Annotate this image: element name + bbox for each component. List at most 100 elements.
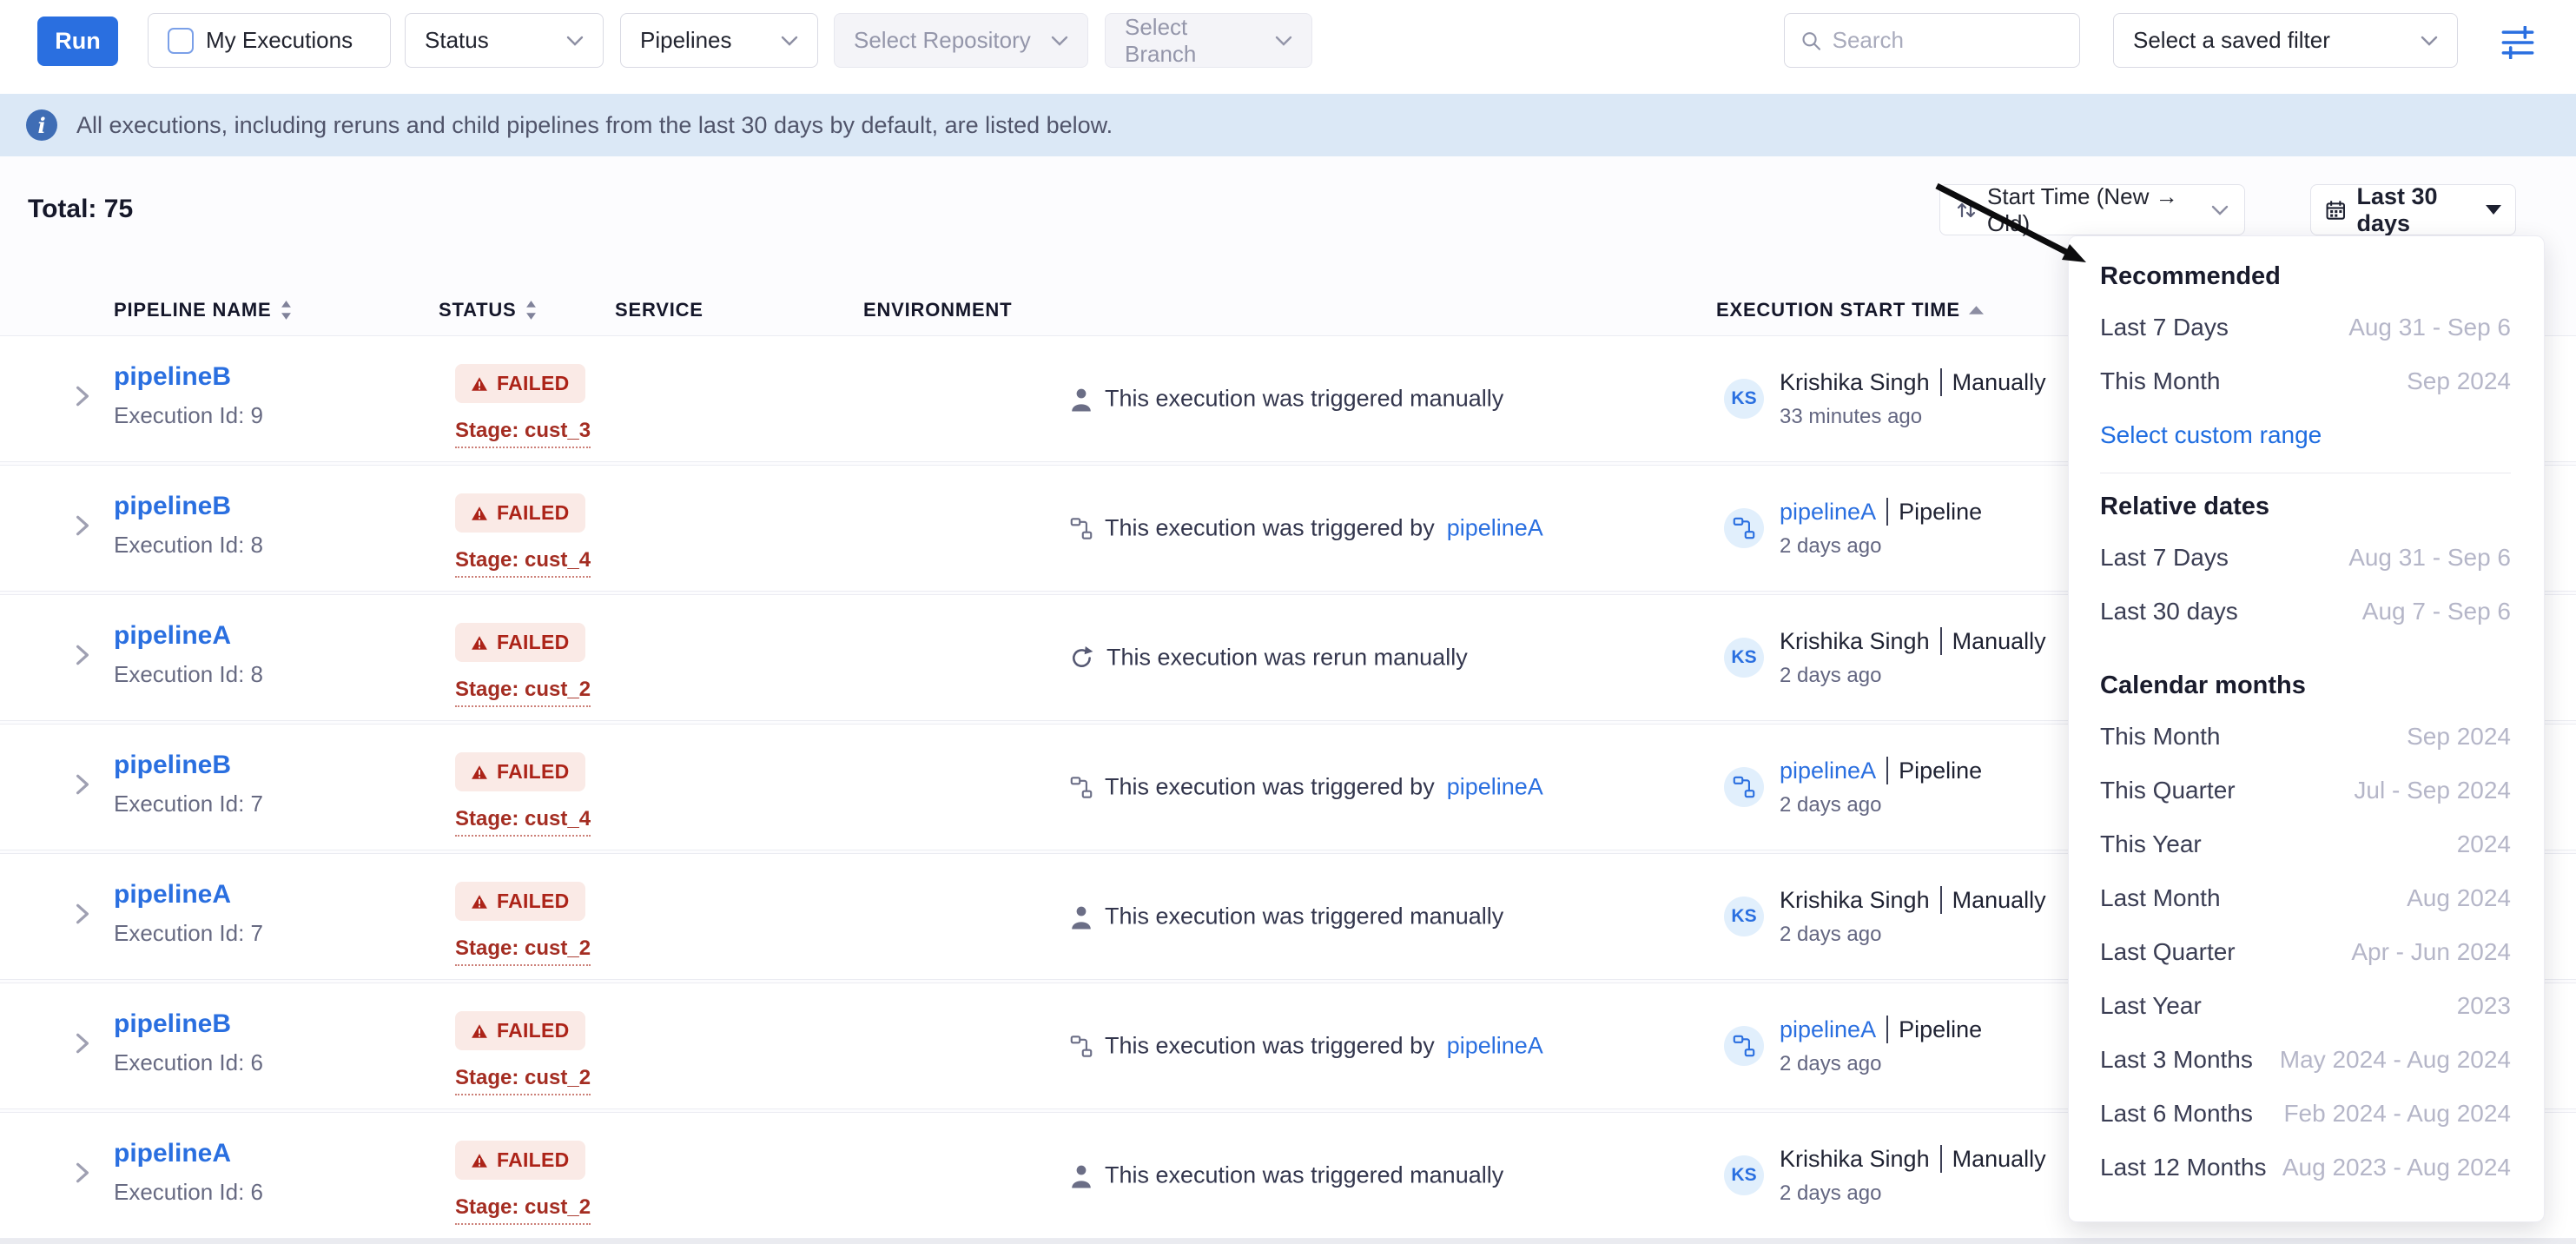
column-header[interactable]: ENVIRONMENT	[863, 299, 1012, 321]
failed-stage-link[interactable]: Stage: cust_4	[455, 548, 591, 578]
trigger-pipeline-link[interactable]: pipelineA	[1447, 515, 1543, 542]
filter-sliders-icon	[2500, 26, 2536, 59]
execution-id: Execution Id: 6	[114, 1179, 263, 1206]
byline: Krishika SinghManually	[1780, 368, 2046, 396]
warning-triangle-icon	[471, 1153, 488, 1168]
status-badge[interactable]: FAILED	[455, 1141, 585, 1180]
failed-stage-link[interactable]: Stage: cust_2	[455, 1195, 591, 1225]
triggered-by-pipeline-link[interactable]: pipelineA	[1780, 499, 1876, 526]
column-header[interactable]: EXECUTION START TIME	[1716, 299, 1984, 321]
expand-chevron-icon[interactable]	[73, 513, 92, 538]
pipeline-icon	[1733, 1035, 1755, 1057]
date-menu-item-label: This Month	[2100, 723, 2221, 751]
my-executions-checkbox[interactable]	[168, 28, 194, 54]
status-badge[interactable]: FAILED	[455, 493, 585, 533]
date-menu-item[interactable]: Last Quarter Apr - Jun 2024	[2100, 925, 2511, 979]
date-menu-item[interactable]: This Quarter Jul - Sep 2024	[2100, 764, 2511, 817]
separator-bar	[1940, 368, 1942, 396]
triggered-by-name: Krishika Singh	[1780, 887, 1930, 914]
date-menu-section-header: Recommended	[2100, 252, 2511, 301]
time-ago: 2 days ago	[1780, 923, 2046, 947]
date-menu-item[interactable]: Select custom range	[2100, 408, 2511, 462]
date-range-button[interactable]: Last 30 days	[2310, 184, 2516, 235]
avatar-pipeline-icon	[1724, 767, 1764, 807]
filter-settings-button[interactable]	[2498, 23, 2538, 63]
pipeline-icon	[1070, 1035, 1093, 1057]
pipeline-name-link[interactable]: pipelineB	[114, 492, 231, 520]
failed-stage-link[interactable]: Stage: cust_3	[455, 419, 591, 448]
trigger-kind: Manually	[1952, 1146, 2046, 1173]
date-range-label: Last 30 days	[2357, 183, 2472, 237]
status-badge[interactable]: FAILED	[455, 752, 585, 791]
status-cell: FAILED Stage: cust_2	[455, 1141, 591, 1225]
column-header[interactable]: SERVICE	[615, 299, 703, 321]
status-cell: FAILED Stage: cust_2	[455, 623, 591, 707]
date-menu-item[interactable]: Last 7 Days Aug 31 - Sep 6	[2100, 301, 2511, 354]
time-ago: 2 days ago	[1780, 1052, 1982, 1076]
search-icon	[1800, 29, 1822, 53]
byline: pipelineAPipeline	[1780, 1016, 1982, 1043]
date-menu-item[interactable]: Last 6 Months Feb 2024 - Aug 2024	[2100, 1087, 2511, 1141]
date-menu-item[interactable]: This Month Sep 2024	[2100, 354, 2511, 408]
expand-chevron-icon[interactable]	[73, 902, 92, 926]
sorted-asc-icon[interactable]	[1969, 306, 1984, 314]
top-toolbar: Run My Executions Status Pipelines Selec…	[0, 0, 2576, 94]
pipelines-dropdown[interactable]: Pipelines	[620, 13, 818, 68]
expand-chevron-icon[interactable]	[73, 384, 92, 408]
pipeline-icon	[1733, 776, 1755, 798]
date-menu-item[interactable]: Last 30 days Aug 7 - Sep 6	[2100, 585, 2511, 639]
failed-stage-link[interactable]: Stage: cust_2	[455, 678, 591, 707]
status-badge[interactable]: FAILED	[455, 623, 585, 662]
trigger-kind: Manually	[1952, 628, 2046, 655]
pipeline-name-link[interactable]: pipelineB	[114, 362, 231, 391]
pipeline-name-link[interactable]: pipelineA	[114, 880, 231, 909]
date-menu-item[interactable]: Last 12 Months Aug 2023 - Aug 2024	[2100, 1141, 2511, 1194]
failed-stage-link[interactable]: Stage: cust_4	[455, 807, 591, 837]
failed-stage-link[interactable]: Stage: cust_2	[455, 1066, 591, 1095]
trigger-pipeline-link[interactable]: pipelineA	[1447, 1033, 1543, 1060]
run-button[interactable]: Run	[37, 17, 118, 66]
status-badge[interactable]: FAILED	[455, 364, 585, 403]
search-input[interactable]	[1833, 27, 2064, 54]
status-badge[interactable]: FAILED	[455, 882, 585, 921]
date-menu-item[interactable]: Last 7 Days Aug 31 - Sep 6	[2100, 531, 2511, 585]
date-menu-item[interactable]: This Month Sep 2024	[2100, 710, 2511, 764]
status-label: FAILED	[497, 890, 570, 913]
date-menu-item[interactable]: This Year 2024	[2100, 817, 2511, 871]
person-icon	[1070, 387, 1093, 411]
sort-arrows-icon[interactable]	[281, 301, 292, 320]
date-menu-item[interactable]: Last Month Aug 2024	[2100, 871, 2511, 925]
date-menu-item[interactable]: Last Year 2023	[2100, 979, 2511, 1033]
status-dropdown[interactable]: Status	[405, 13, 604, 68]
expand-chevron-icon[interactable]	[73, 1161, 92, 1185]
triggered-by-pipeline-link[interactable]: pipelineA	[1780, 1016, 1876, 1043]
date-menu-item-label: Last Quarter	[2100, 938, 2236, 966]
saved-filter-dropdown[interactable]: Select a saved filter	[2113, 13, 2458, 68]
separator-bar	[1886, 498, 1888, 526]
expand-chevron-icon[interactable]	[73, 643, 92, 667]
select-branch-dropdown[interactable]: Select Branch	[1105, 13, 1312, 68]
column-header[interactable]: STATUS	[439, 299, 537, 321]
pipeline-name-link[interactable]: pipelineA	[114, 1139, 231, 1168]
date-menu-item-range: Aug 7 - Sep 6	[2362, 598, 2511, 625]
pipeline-name-link[interactable]: pipelineB	[114, 751, 231, 779]
status-badge[interactable]: FAILED	[455, 1011, 585, 1050]
date-menu-section-header: Relative dates	[2100, 482, 2511, 531]
sort-dropdown[interactable]: Start Time (New → Old)	[1939, 184, 2245, 235]
failed-stage-link[interactable]: Stage: cust_2	[455, 936, 591, 966]
triggered-by-name: Krishika Singh	[1780, 1146, 1930, 1173]
my-executions-filter[interactable]: My Executions	[148, 13, 391, 68]
date-menu-item-label: Last 7 Days	[2100, 314, 2229, 341]
sort-arrows-icon[interactable]	[525, 301, 537, 320]
trigger-pipeline-link[interactable]: pipelineA	[1447, 774, 1543, 801]
expand-chevron-icon[interactable]	[73, 1031, 92, 1055]
pipeline-name-link[interactable]: pipelineB	[114, 1009, 231, 1038]
triggered-by-pipeline-link[interactable]: pipelineA	[1780, 758, 1876, 784]
expand-chevron-icon[interactable]	[73, 772, 92, 797]
info-banner-text: All executions, including reruns and chi…	[76, 112, 1113, 139]
select-repository-dropdown[interactable]: Select Repository	[834, 13, 1088, 68]
column-header[interactable]: PIPELINE NAME	[114, 299, 292, 321]
pipeline-name-link[interactable]: pipelineA	[114, 621, 231, 650]
date-menu-item[interactable]: Last 3 Months May 2024 - Aug 2024	[2100, 1033, 2511, 1087]
date-menu-item-range: Jul - Sep 2024	[2354, 777, 2511, 804]
